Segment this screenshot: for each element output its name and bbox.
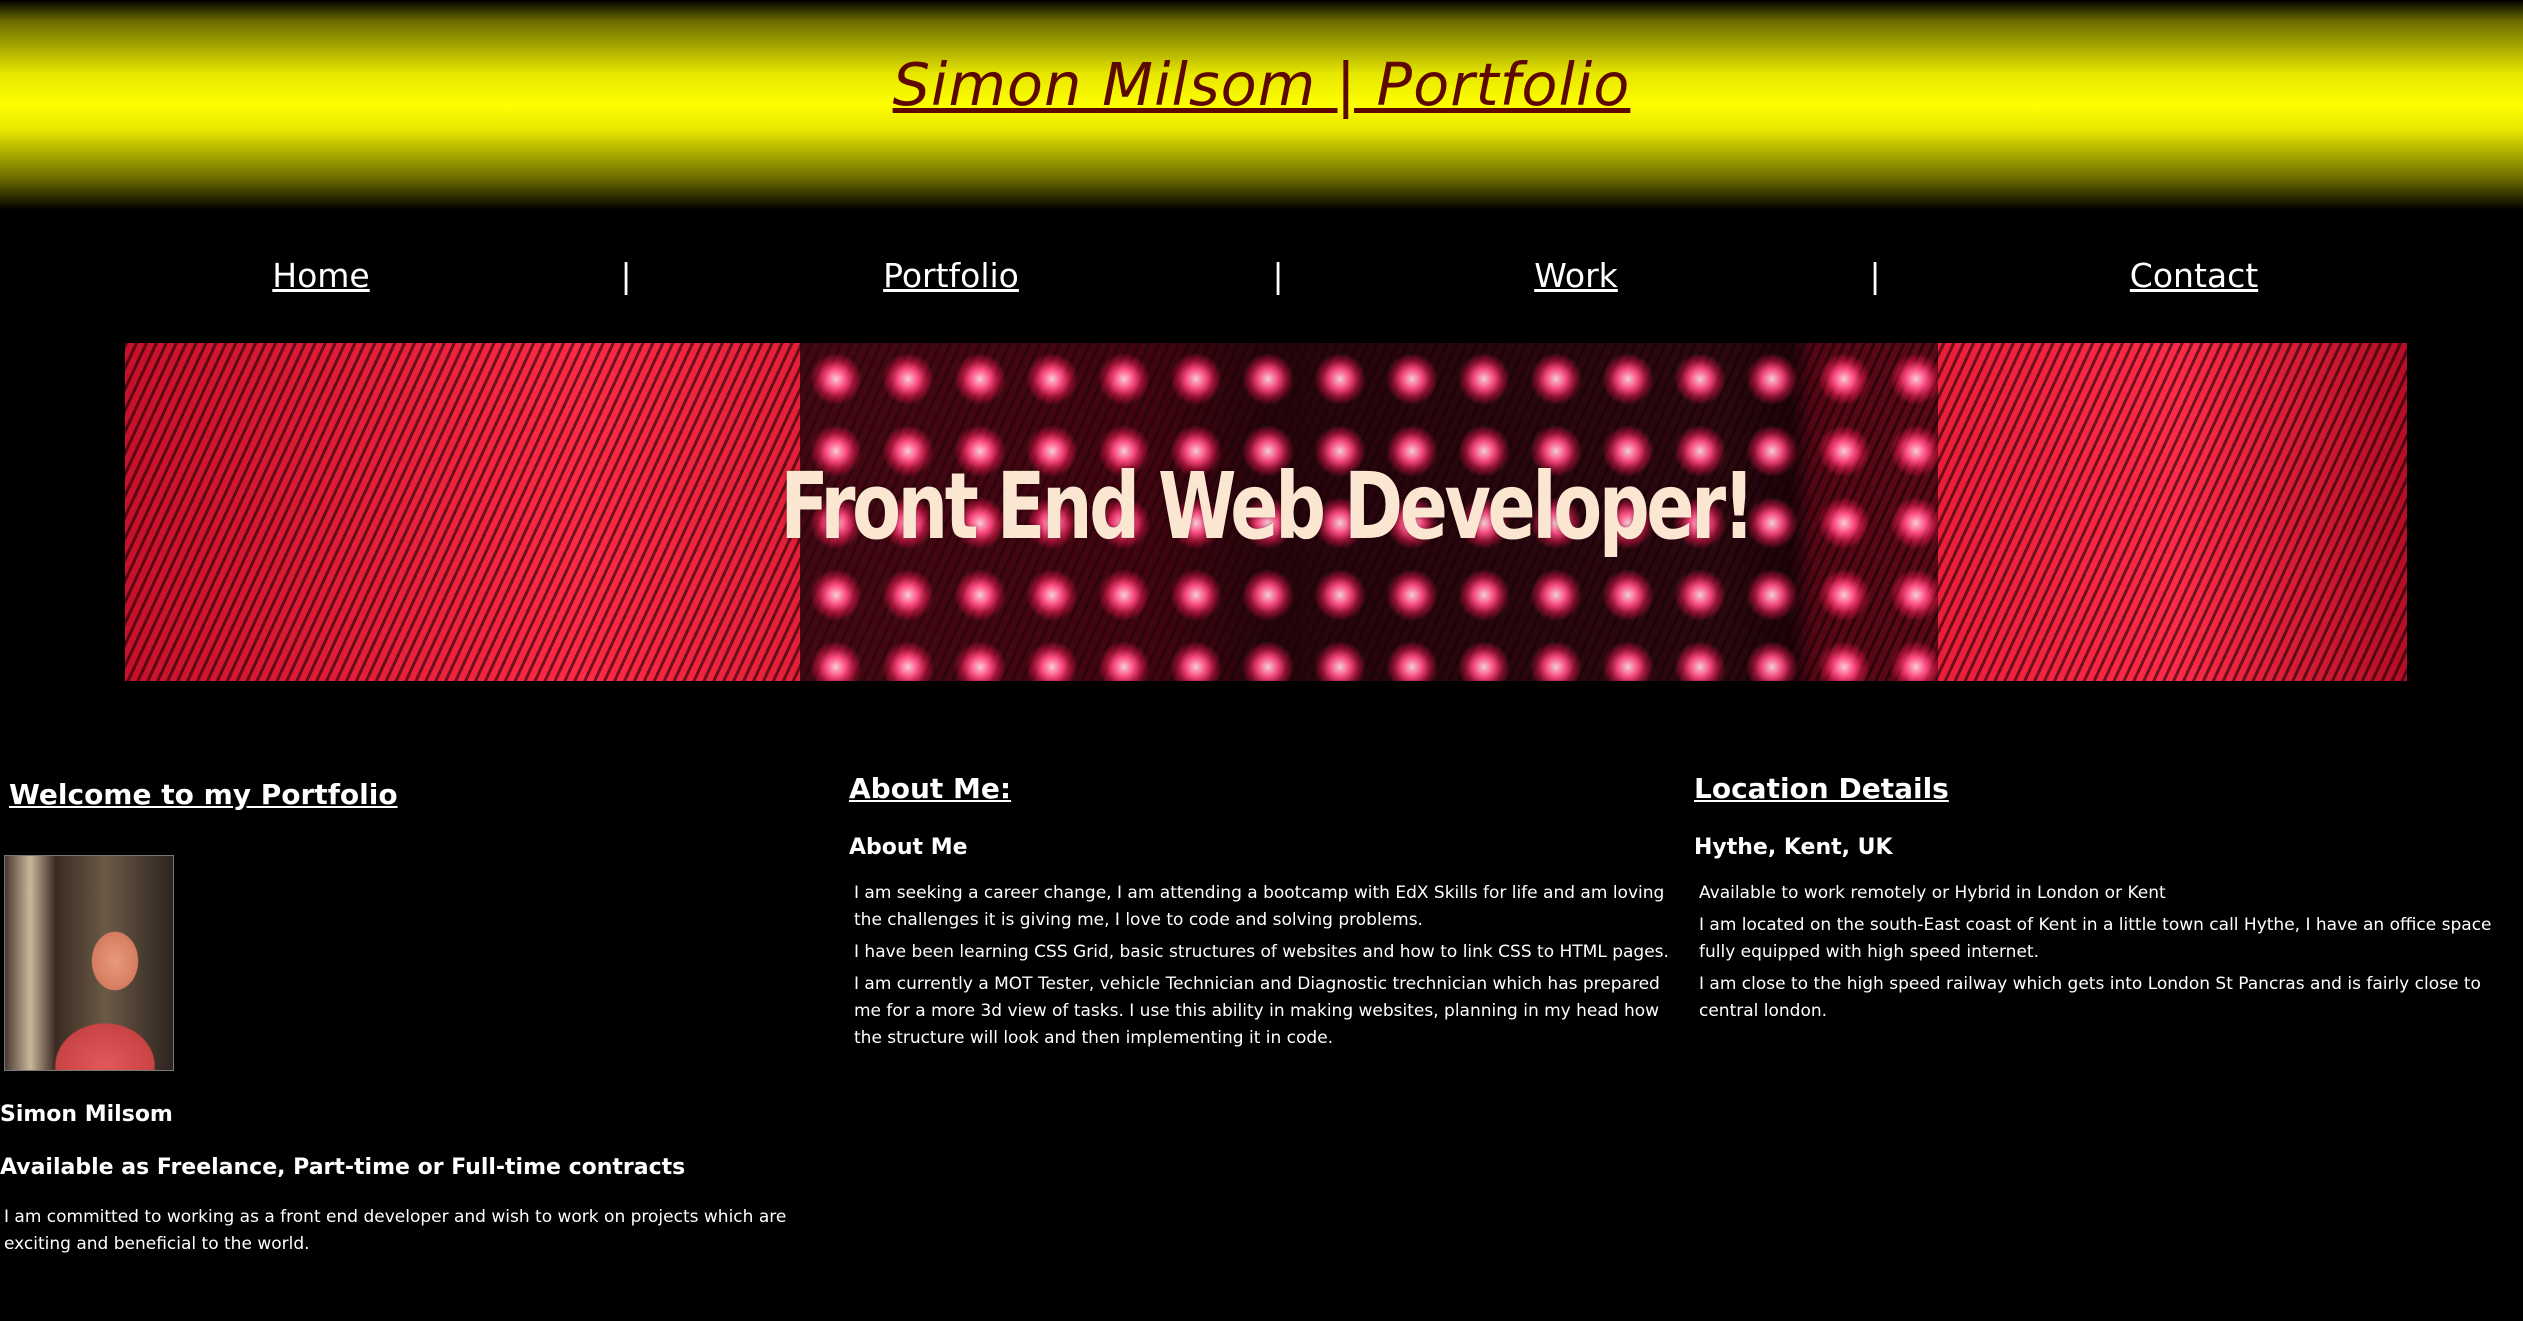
nav-separator: |: [620, 256, 632, 295]
availability-text: Available as Freelance, Part-time or Ful…: [0, 1155, 686, 1180]
welcome-details: Simon Milsom Available as Freelance, Par…: [0, 1102, 830, 1258]
nav-link-home[interactable]: Home: [272, 256, 369, 295]
nav-link-contact[interactable]: Contact: [2130, 256, 2258, 295]
nav-link-work[interactable]: Work: [1534, 256, 1618, 295]
about-paragraph: I am seeking a career change, I am atten…: [854, 883, 1665, 930]
profile-name: Simon Milsom: [0, 1102, 173, 1127]
about-paragraph: I am currently a MOT Tester, vehicle Tec…: [854, 974, 1660, 1048]
main-nav: Home | Portfolio | Work | Contact: [0, 250, 2523, 310]
location-paragraph: Available to work remotely or Hybrid in …: [1699, 883, 2166, 903]
welcome-heading: Welcome to my Portfolio: [9, 778, 398, 811]
page-title[interactable]: Simon Milsom | Portfolio: [0, 50, 2523, 119]
hero-heading: Front End Web Developer!: [780, 453, 1755, 560]
statement-text: I am committed to working as a front end…: [4, 1207, 787, 1254]
nav-link-portfolio[interactable]: Portfolio: [883, 256, 1019, 295]
nav-separator: |: [1272, 256, 1284, 295]
about-paragraph: I have been learning CSS Grid, basic str…: [854, 942, 1669, 962]
location-heading: Location Details: [1694, 772, 1949, 805]
about-section: About Me: About Me I am seeking a career…: [849, 760, 1684, 1052]
avatar: [4, 855, 174, 1071]
about-heading: About Me:: [849, 772, 1012, 805]
site-header: Simon Milsom | Portfolio: [0, 0, 2523, 210]
hero-banner: Front End Web Developer!: [125, 343, 2407, 681]
location-section: Location Details Hythe, Kent, UK Availab…: [1694, 760, 2519, 1025]
location-paragraph: I am located on the south-East coast of …: [1699, 915, 2492, 962]
about-subheading: About Me: [849, 835, 968, 860]
welcome-section: Welcome to my Portfolio: [9, 760, 829, 811]
location-subheading: Hythe, Kent, UK: [1694, 835, 1893, 860]
location-paragraph: I am close to the high speed railway whi…: [1699, 974, 2481, 1021]
nav-separator: |: [1869, 256, 1881, 295]
